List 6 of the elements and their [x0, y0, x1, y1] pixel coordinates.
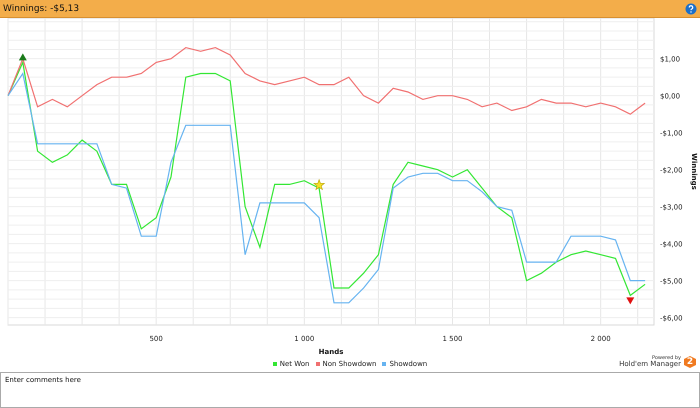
min-marker-icon	[626, 297, 634, 304]
max-marker-icon	[18, 53, 27, 60]
help-icon[interactable]	[685, 2, 697, 14]
star-icon	[313, 178, 326, 190]
logo-badge: 2	[684, 356, 696, 368]
window-title: Winnings: -$5,13	[3, 4, 80, 14]
